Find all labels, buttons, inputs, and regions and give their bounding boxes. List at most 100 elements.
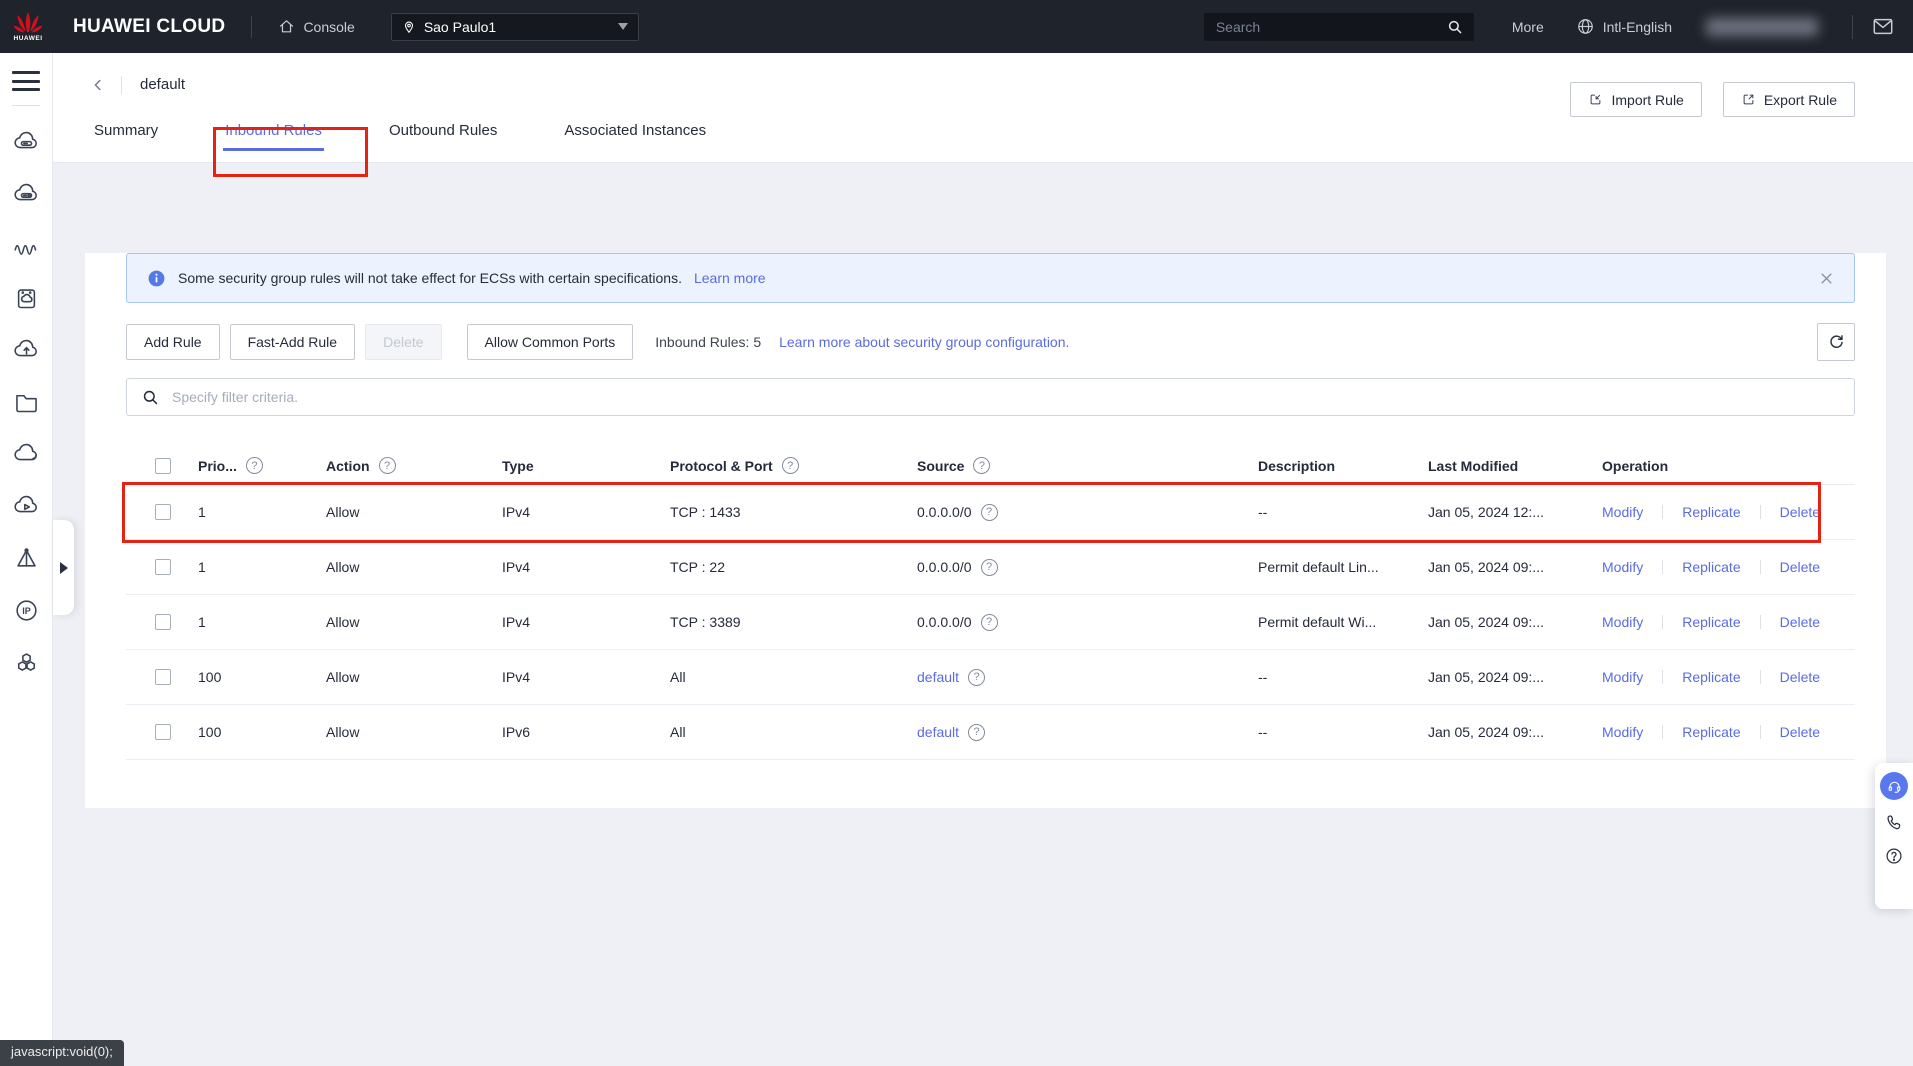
help-icon[interactable]: ? [246,457,263,474]
row-checkbox[interactable] [155,724,171,740]
cell-protocol-port: TCP : 22 [670,559,917,575]
tab-summary[interactable]: Summary [92,116,160,153]
modify-link[interactable]: Modify [1602,614,1643,630]
modify-link[interactable]: Modify [1602,504,1643,520]
refresh-button[interactable] [1817,323,1855,361]
back-button[interactable] [89,76,107,94]
banner-learn-more-link[interactable]: Learn more [694,270,766,286]
global-search-input[interactable] [1216,19,1446,35]
folder-icon [13,389,40,416]
delete-link[interactable]: Delete [1780,559,1820,575]
question-icon [1884,846,1904,866]
delete-button[interactable]: Delete [365,324,441,360]
tab-inbound-rules[interactable]: Inbound Rules [223,116,324,153]
sidebar-item-ims[interactable] [6,168,46,220]
menu-button[interactable] [12,71,40,91]
column-header-source: Source? [917,457,1258,474]
sidebar-item-autoscaling[interactable] [6,220,46,272]
filter-input[interactable] [172,389,1840,405]
row-checkbox[interactable] [155,614,171,630]
select-all-checkbox[interactable] [155,458,171,474]
help-icon[interactable]: ? [981,614,998,631]
tab-outbound-rules[interactable]: Outbound Rules [387,116,499,153]
delete-link[interactable]: Delete [1780,724,1820,740]
source-link[interactable]: default [917,669,959,685]
operation-separator [1662,560,1663,574]
help-icon[interactable]: ? [379,457,396,474]
sidebar-item-vpc[interactable] [6,428,46,480]
export-rule-button[interactable]: Export Rule [1723,82,1855,117]
replicate-link[interactable]: Replicate [1682,504,1740,520]
banner-close-button[interactable] [1819,271,1834,286]
live-chat-button[interactable] [1880,772,1908,800]
modify-link[interactable]: Modify [1602,669,1643,685]
source-link[interactable]: default [917,724,959,740]
top-navigation-bar: HUAWEI HUAWEI CLOUD Console Sao Paulo1 M… [0,0,1913,53]
support-widget [1875,763,1913,909]
row-checkbox[interactable] [155,669,171,685]
replicate-link[interactable]: Replicate [1682,614,1740,630]
replicate-link[interactable]: Replicate [1682,669,1740,685]
replicate-link[interactable]: Replicate [1682,559,1740,575]
more-menu[interactable]: More [1512,19,1544,35]
tab-associated-instances[interactable]: Associated Instances [562,116,708,153]
chevron-right-icon [59,562,68,574]
sidebar-item-cdn[interactable] [6,480,46,532]
source-value: 0.0.0.0/0 [917,559,972,575]
help-icon[interactable]: ? [968,669,985,686]
language-selector[interactable]: Intl-English [1576,17,1672,36]
column-label: Last Modified [1428,458,1518,474]
operation-separator [1760,615,1761,629]
delete-link[interactable]: Delete [1780,504,1820,520]
source-value: 0.0.0.0/0 [917,504,972,520]
cloud-icon [13,441,40,468]
waves-icon [13,233,40,260]
delete-link[interactable]: Delete [1780,614,1820,630]
help-icon[interactable]: ? [981,504,998,521]
cell-priority: 100 [198,724,326,740]
sidebar-item-eip[interactable]: IP [6,584,46,636]
modify-link[interactable]: Modify [1602,559,1643,575]
sidebar-icons: IP [6,116,46,688]
help-icon[interactable]: ? [968,724,985,741]
help-icon[interactable]: ? [782,457,799,474]
phone-support-button[interactable] [1884,813,1904,833]
messages-button[interactable] [1872,17,1894,36]
replicate-link[interactable]: Replicate [1682,724,1740,740]
cell-description: -- [1258,669,1428,685]
sidebar-item-cluster[interactable] [6,636,46,688]
help-button[interactable] [1884,846,1904,866]
add-rule-button[interactable]: Add Rule [126,324,220,360]
row-checkbox[interactable] [155,504,171,520]
refresh-icon [1827,333,1846,352]
sidebar-item-obs[interactable] [6,324,46,376]
security-group-config-link[interactable]: Learn more about security group configur… [779,334,1069,350]
allow-common-ports-button[interactable]: Allow Common Ports [467,324,634,360]
cell-type: IPv6 [502,724,670,740]
delete-link[interactable]: Delete [1780,669,1820,685]
sidebar-item-folder[interactable] [6,376,46,428]
console-link[interactable]: Console [278,18,354,35]
sidebar-item-elb[interactable] [6,532,46,584]
operation-separator [1760,670,1761,684]
sidebar-expand-handle[interactable] [53,520,74,615]
ip-circle-icon: IP [13,597,40,624]
user-account-blurred[interactable] [1706,18,1818,36]
prism-icon [13,545,40,572]
fast-add-rule-button[interactable]: Fast-Add Rule [230,324,355,360]
info-icon [147,269,166,288]
region-value: Sao Paulo1 [424,19,610,35]
sidebar-item-storage[interactable] [6,272,46,324]
inbound-rules-count: Inbound Rules: 5 [655,334,761,350]
huawei-logo[interactable]: HUAWEI [8,5,48,49]
search-icon[interactable] [1446,18,1464,36]
help-icon[interactable]: ? [981,559,998,576]
row-checkbox[interactable] [155,559,171,575]
modify-link[interactable]: Modify [1602,724,1643,740]
help-icon[interactable]: ? [973,457,990,474]
sidebar-item-ecs[interactable] [6,116,46,168]
filter-bar[interactable] [126,378,1855,416]
import-rule-button[interactable]: Import Rule [1570,82,1701,117]
region-selector[interactable]: Sao Paulo1 [391,13,639,41]
global-search[interactable] [1204,13,1474,41]
